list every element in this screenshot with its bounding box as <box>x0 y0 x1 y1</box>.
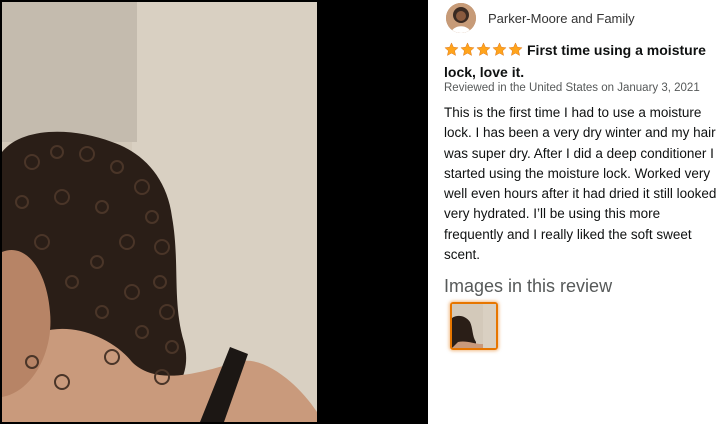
star-filled-icon <box>492 42 507 56</box>
star-filled-icon <box>444 42 459 56</box>
image-viewer <box>0 0 428 424</box>
review-title-row: First time using a moisture lock, love i… <box>444 40 722 82</box>
review-panel: Parker-Moore and Family First time using… <box>428 0 724 424</box>
user-avatar-icon[interactable] <box>446 3 476 33</box>
curly-hair-photo <box>2 2 317 422</box>
review-body: This is the first time I had to use a mo… <box>444 105 717 263</box>
review-image-thumbnail[interactable] <box>450 302 498 350</box>
star-filled-icon <box>460 42 475 56</box>
review-date: Reviewed in the United States on January… <box>444 82 700 94</box>
review-photo <box>2 2 317 422</box>
images-section-heading: Images in this review <box>444 276 613 296</box>
star-rating[interactable] <box>444 42 524 62</box>
reviewer-profile[interactable]: Parker-Moore and Family <box>446 3 635 33</box>
star-filled-icon <box>508 42 523 56</box>
star-filled-icon <box>476 42 491 56</box>
reviewer-name[interactable]: Parker-Moore and Family <box>488 11 635 26</box>
